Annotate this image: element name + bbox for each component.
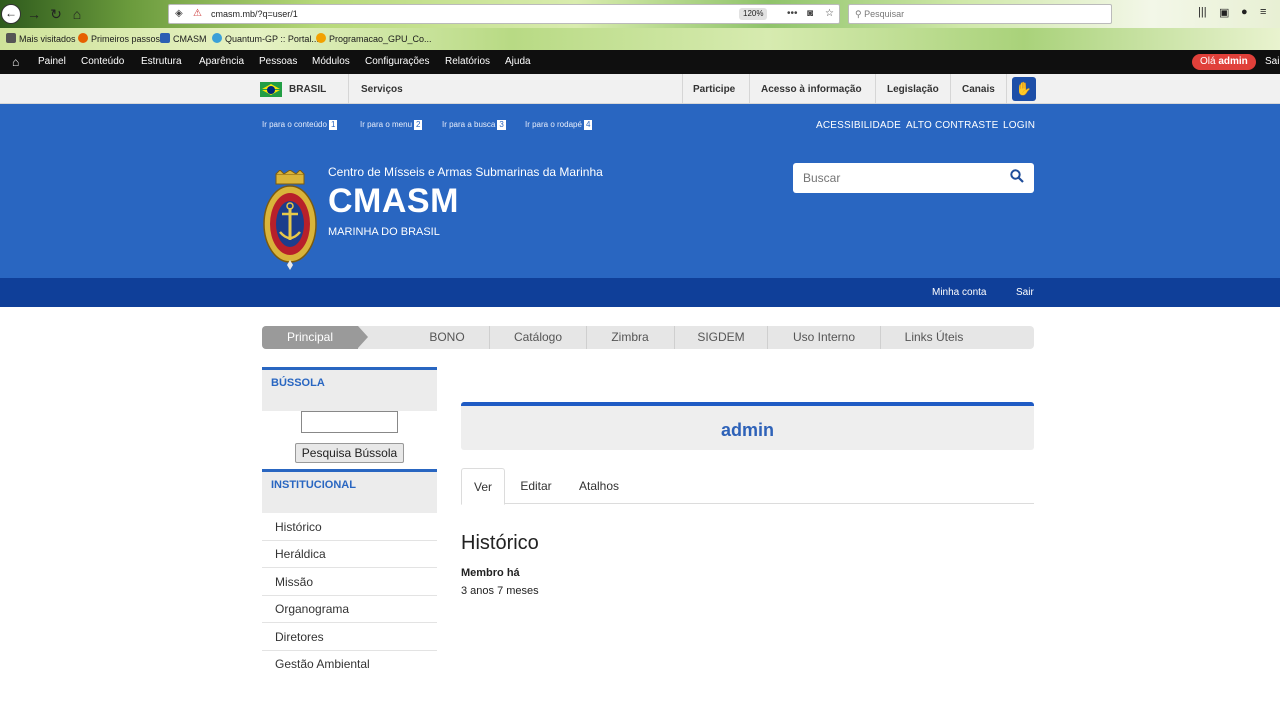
sidebar-item-missao[interactable]: Missão	[262, 569, 437, 596]
vlibras-hand-icon[interactable]: ✋	[1012, 77, 1036, 101]
skip-link[interactable]: Ir para o rodapé 4	[525, 120, 593, 130]
bookmark-item[interactable]: Primeiros passos	[78, 33, 160, 44]
browser-search-placeholder: Pesquisar	[864, 9, 905, 19]
bookmark-item[interactable]: CMASM	[160, 33, 207, 44]
menu-item-principal[interactable]: Principal	[262, 326, 368, 349]
gov-link[interactable]: Acesso à informação	[761, 84, 862, 95]
menu-item[interactable]: Catálogo	[499, 326, 577, 349]
toolbar-item[interactable]: Estrutura	[141, 56, 182, 67]
bookmark-item[interactable]: Quantum-GP :: Portal...	[212, 33, 319, 44]
skip-link[interactable]: Ir para a busca 3	[442, 120, 506, 130]
toolbar-item[interactable]: Configurações	[365, 56, 429, 67]
tab-atalhos[interactable]: Atalhos	[571, 468, 627, 504]
back-icon[interactable]: ←	[1, 4, 21, 24]
high-contrast-link[interactable]: ALTO CONTRASTE	[906, 120, 998, 131]
tab-editar[interactable]: Editar	[511, 468, 561, 504]
site-org: MARINHA DO BRASIL	[328, 226, 440, 238]
profile-card: admin	[461, 402, 1034, 450]
gov-bar: BRASIL Serviços Participe Acesso à infor…	[0, 74, 1280, 104]
bookmarks-bar: Mais visitados Primeiros passos CMASM Qu…	[0, 28, 1280, 50]
sidebar-item-gestao-ambiental[interactable]: Gestão Ambiental	[262, 651, 437, 678]
profile-name: admin	[720, 420, 774, 440]
more-icon[interactable]: •••	[787, 5, 798, 23]
gov-link[interactable]: Legislação	[887, 84, 939, 95]
bookmark-item[interactable]: Mais visitados	[6, 33, 76, 44]
menu-item[interactable]: Zimbra	[595, 326, 665, 349]
institucional-title: INSTITUCIONAL	[271, 479, 356, 491]
toolbar-item[interactable]: Pessoas	[259, 56, 297, 67]
toolbar-item[interactable]: Relatórios	[445, 56, 490, 67]
forward-icon[interactable]: →	[24, 4, 44, 24]
url-text: cmasm.mb/?q=user/1	[211, 9, 298, 19]
menu-item[interactable]: Links Úteis	[886, 326, 982, 349]
reload-icon[interactable]: ↻	[46, 4, 66, 24]
bussola-title: BÚSSOLA	[271, 377, 325, 389]
tab-ver[interactable]: Ver	[461, 468, 505, 505]
site-name[interactable]: CMASM	[328, 182, 459, 221]
menu-item[interactable]: BONO	[412, 326, 482, 349]
toolbar-item[interactable]: Conteúdo	[81, 56, 124, 67]
toolbar-item[interactable]: Painel	[38, 56, 66, 67]
skip-link[interactable]: Ir para o menu 2	[360, 120, 423, 130]
site-search-box	[793, 163, 1034, 193]
toolbar-item[interactable]: Aparência	[199, 56, 244, 67]
sidebar-item-diretores[interactable]: Diretores	[262, 624, 437, 651]
browser-search-input[interactable]: ⚲ Pesquisar	[848, 4, 1112, 24]
pocket-icon[interactable]: ◙	[807, 5, 813, 23]
toolbar-item[interactable]: Ajuda	[505, 56, 531, 67]
insecure-icon: ⚠	[193, 8, 202, 19]
home-icon[interactable]: ⌂	[67, 4, 87, 24]
bookmark-star-icon[interactable]: ☆	[825, 5, 834, 23]
shield-icon: ◈	[175, 8, 183, 19]
gov-link[interactable]: Participe	[693, 84, 735, 95]
site-header: Ir para o conteúdo 1 Ir para o menu 2 Ir p…	[0, 104, 1280, 278]
section-title: Histórico	[461, 532, 539, 554]
sidebar-icon[interactable]: ▣	[1219, 6, 1229, 19]
admin-toolbar: ⌂ Painel Conteúdo Estrutura Aparência Pe…	[0, 50, 1280, 74]
sidebar-item-heraldica[interactable]: Heráldica	[262, 541, 437, 568]
sidebar-item-historico[interactable]: Histórico	[262, 514, 437, 541]
site-search-input[interactable]	[793, 163, 993, 193]
user-bar: Minha conta Sair	[0, 278, 1280, 307]
menu-icon[interactable]: ≡	[1260, 6, 1266, 18]
gov-services-link[interactable]: Serviços	[361, 84, 403, 95]
home-icon[interactable]: ⌂	[12, 55, 19, 69]
navy-crest-logo[interactable]	[262, 170, 318, 270]
login-link[interactable]: LOGIN	[1003, 120, 1035, 131]
logout-link[interactable]: Sair	[1016, 287, 1034, 298]
gov-link[interactable]: Canais	[962, 84, 995, 95]
toolbar-logout[interactable]: Sair	[1265, 56, 1280, 67]
bussola-search-input[interactable]	[301, 411, 398, 433]
sidebar-item-organograma[interactable]: Organograma	[262, 596, 437, 623]
gov-country-link[interactable]: BRASIL	[289, 84, 326, 95]
skip-link[interactable]: Ir para o conteúdo 1	[262, 120, 338, 130]
menu-item[interactable]: SIGDEM	[682, 326, 760, 349]
url-bar[interactable]: ◈ ⚠ cmasm.mb/?q=user/1 120% ••• ◙ ☆	[168, 4, 840, 24]
library-icon[interactable]: |||	[1198, 6, 1207, 18]
my-account-link[interactable]: Minha conta	[932, 287, 986, 298]
search-icon: ⚲	[855, 9, 862, 19]
member-for-value: 3 anos 7 meses	[461, 585, 539, 597]
brazil-flag-icon	[260, 82, 282, 97]
browser-toolbar: ← → ↻ ⌂ ◈ ⚠ cmasm.mb/?q=user/1 120% ••• …	[0, 0, 1280, 28]
main-menu: Principal BONO Catálogo Zimbra SIGDEM Us…	[262, 326, 1034, 349]
bookmark-item[interactable]: Programacao_GPU_Co...	[316, 33, 432, 44]
member-for-label: Membro há	[461, 567, 520, 579]
bussola-block: BÚSSOLA	[262, 367, 437, 411]
search-icon[interactable]	[1010, 169, 1024, 186]
site-subtitle: Centro de Mísseis e Armas Submarinas da …	[328, 165, 603, 179]
profile-tabs: Ver Editar Atalhos	[461, 468, 1034, 505]
toolbar-item[interactable]: Módulos	[312, 56, 350, 67]
accessibility-link[interactable]: ACESSIBILIDADE	[816, 120, 901, 131]
bussola-search-button[interactable]: Pesquisa Bússola	[295, 443, 404, 463]
institucional-block: INSTITUCIONAL	[262, 469, 437, 513]
menu-item[interactable]: Uso Interno	[774, 326, 874, 349]
account-icon[interactable]: ●	[1241, 6, 1248, 18]
user-badge[interactable]: Olá admin	[1192, 54, 1256, 70]
zoom-badge[interactable]: 120%	[739, 8, 768, 20]
